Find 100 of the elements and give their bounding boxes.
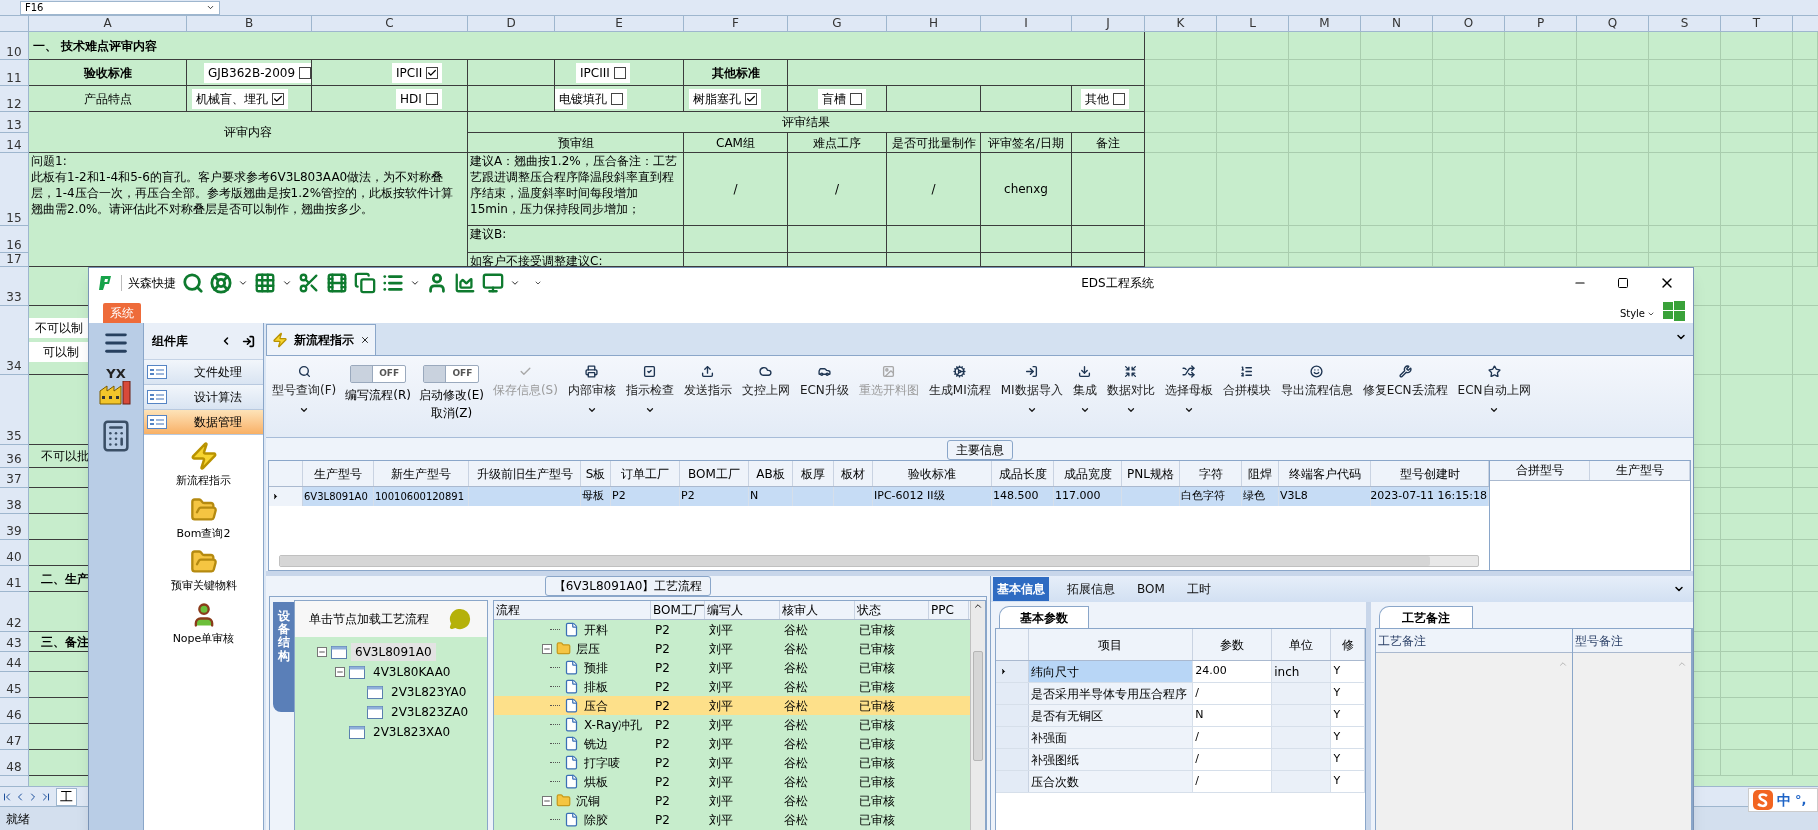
tab[interactable]: 拓展信息 [1063, 577, 1119, 601]
group-item[interactable]: 设计算法 [144, 385, 263, 410]
column-header[interactable]: H [887, 16, 981, 32]
column-header[interactable]: 订单工厂 [611, 461, 680, 486]
row-number[interactable]: 43 [0, 632, 29, 652]
checkbox-option[interactable]: 盲槽 [818, 88, 866, 109]
toggle-switch[interactable]: OFF [350, 365, 407, 383]
row-number[interactable]: 36 [0, 445, 29, 468]
tool-button[interactable]: Nope单审核 [144, 600, 263, 647]
column-header[interactable]: A [29, 16, 187, 32]
name-box[interactable]: F16 [20, 0, 220, 15]
tree-node[interactable]: 2V3L823YA0 [387, 683, 471, 701]
row-number[interactable]: 12 [0, 86, 29, 112]
column-header[interactable]: Q [1577, 16, 1649, 32]
row-number[interactable]: 33 [0, 267, 29, 306]
notes-field[interactable] [1376, 653, 1572, 830]
cancel-link[interactable]: 取消(Z) [430, 404, 473, 422]
checkbox-option[interactable]: HDI [396, 88, 442, 109]
column-header[interactable]: 验收标准 [873, 461, 992, 486]
tree-node[interactable]: 2V3L823XA0 [369, 723, 455, 741]
ime-icon[interactable] [1753, 790, 1773, 810]
ribbon-button[interactable]: ECN自动上网 [1452, 365, 1536, 415]
column-header[interactable]: T [1721, 16, 1793, 32]
monitor-icon[interactable] [482, 272, 504, 294]
column-header[interactable]: 修 [1331, 629, 1365, 660]
tab[interactable]: BOM [1133, 577, 1169, 601]
tab[interactable]: 基本信息 [993, 577, 1049, 601]
toggle-switch[interactable]: OFF [423, 365, 480, 383]
row-number[interactable]: 48 [0, 750, 29, 776]
row-number[interactable]: 10 [0, 32, 29, 60]
row-number[interactable]: 35 [0, 375, 29, 445]
first-sheet-icon[interactable] [1, 790, 13, 803]
ribbon-button[interactable]: 内部审核 [562, 365, 621, 415]
column-header[interactable]: J [1072, 16, 1145, 32]
checkbox[interactable] [611, 92, 623, 105]
process-row[interactable]: 预排 P2 刘平 谷松 已审核 [494, 658, 970, 677]
checkbox[interactable] [1113, 92, 1125, 105]
ribbon-button[interactable]: 修复ECN丢流程 [1357, 365, 1453, 399]
caret-icon[interactable] [410, 278, 420, 288]
column-header[interactable]: 项目 [1028, 629, 1194, 660]
column-header[interactable]: 状态 [855, 601, 929, 619]
row-number[interactable]: 34 [0, 306, 29, 375]
checkbox-option[interactable]: 电镀填孔 [555, 88, 627, 109]
column-header[interactable]: D [468, 16, 555, 32]
column-header[interactable]: 成品长度 [992, 461, 1054, 486]
column-header[interactable]: S [1649, 16, 1721, 32]
column-header[interactable]: 终端客户代码 [1279, 461, 1371, 486]
column-header[interactable]: 单位 [1272, 629, 1332, 660]
checkbox-option[interactable]: IPCII [392, 62, 443, 83]
column-header[interactable]: E [555, 16, 684, 32]
column-header[interactable]: I [981, 16, 1072, 32]
row-number[interactable]: 11 [0, 60, 29, 86]
panel-tab[interactable]: 基本参数 [999, 606, 1089, 628]
column-header[interactable]: F [684, 16, 788, 32]
column-header[interactable]: 成品宽度 [1054, 461, 1122, 486]
scroll-up-icon[interactable] [973, 601, 983, 611]
tree-node[interactable]: 4V3L80KAA0 [369, 663, 455, 681]
tool-button[interactable]: 新流程指示 [144, 441, 263, 490]
process-row[interactable]: 层压 P2 刘平 谷松 已审核 [494, 639, 970, 658]
group-item[interactable]: 数据管理 [144, 410, 263, 435]
process-row[interactable]: 压合 P2 刘平 谷松 已审核 [494, 696, 970, 715]
ribbon-button[interactable]: 选择母板 [1159, 365, 1218, 415]
ime-punctuation[interactable]: °, [1795, 790, 1807, 810]
horizontal-scrollbar[interactable] [279, 555, 1479, 567]
column-header[interactable]: S板 [581, 461, 611, 486]
scissors-icon[interactable] [298, 272, 320, 294]
checkbox-option[interactable]: 机械盲、埋孔 [192, 88, 288, 109]
row-number[interactable]: 17 [0, 253, 29, 267]
column-header[interactable]: L [1217, 16, 1289, 32]
ribbon-button[interactable]: ECN升级 [794, 365, 854, 399]
row-number[interactable]: 44 [0, 652, 29, 672]
column-header[interactable]: 字符 [1180, 461, 1242, 486]
checkbox[interactable] [272, 92, 284, 105]
column-header[interactable]: 型号创建时 [1371, 461, 1489, 486]
checkbox[interactable] [745, 92, 757, 105]
column-header[interactable]: B [187, 16, 312, 32]
row-number[interactable]: 15 [0, 153, 29, 226]
checkbox-option[interactable]: 树脂塞孔 [689, 88, 761, 109]
factory-button[interactable]: YX [98, 367, 134, 409]
document-tab[interactable]: 新流程指示 [266, 324, 376, 355]
row-number[interactable]: 45 [0, 672, 29, 698]
checkbox[interactable] [850, 92, 862, 105]
ribbon-button[interactable]: 集成 [1067, 365, 1102, 415]
column-header[interactable]: 编写人 [705, 601, 780, 619]
area-chart-icon[interactable] [454, 272, 476, 294]
process-row[interactable]: 除胶 P2 刘平 谷松 已审核 [494, 810, 970, 829]
process-row[interactable]: X-Ray冲孔 P2 刘平 谷松 已审核 [494, 715, 970, 734]
table-row[interactable]: 6V3L8091A0 10010600120891 母板 P2 P2 N IPC-6012 II级 148.500 117.000 白色字符 绿色 V3L8 2023-07-11 16:15:18 [269, 487, 1489, 506]
column-header[interactable]: G [788, 16, 887, 32]
process-row[interactable]: 烘板 P2 刘平 谷松 已审核 [494, 772, 970, 791]
checkbox-option[interactable]: 其他 [1081, 88, 1129, 109]
tree-node[interactable]: 6V3L8091A0 [351, 643, 436, 661]
column-header[interactable]: 新生产型号 [374, 461, 469, 486]
column-header[interactable]: BOM工厂 [680, 461, 749, 486]
ribbon-button[interactable]: 指示检查 [620, 365, 679, 415]
style-menu[interactable]: Style [1619, 306, 1655, 321]
row-number[interactable]: 41 [0, 566, 29, 592]
column-header[interactable]: PNL规格 [1122, 461, 1180, 486]
tiles-icon[interactable] [1663, 301, 1685, 321]
process-row[interactable]: 打字唛 P2 刘平 谷松 已审核 [494, 753, 970, 772]
